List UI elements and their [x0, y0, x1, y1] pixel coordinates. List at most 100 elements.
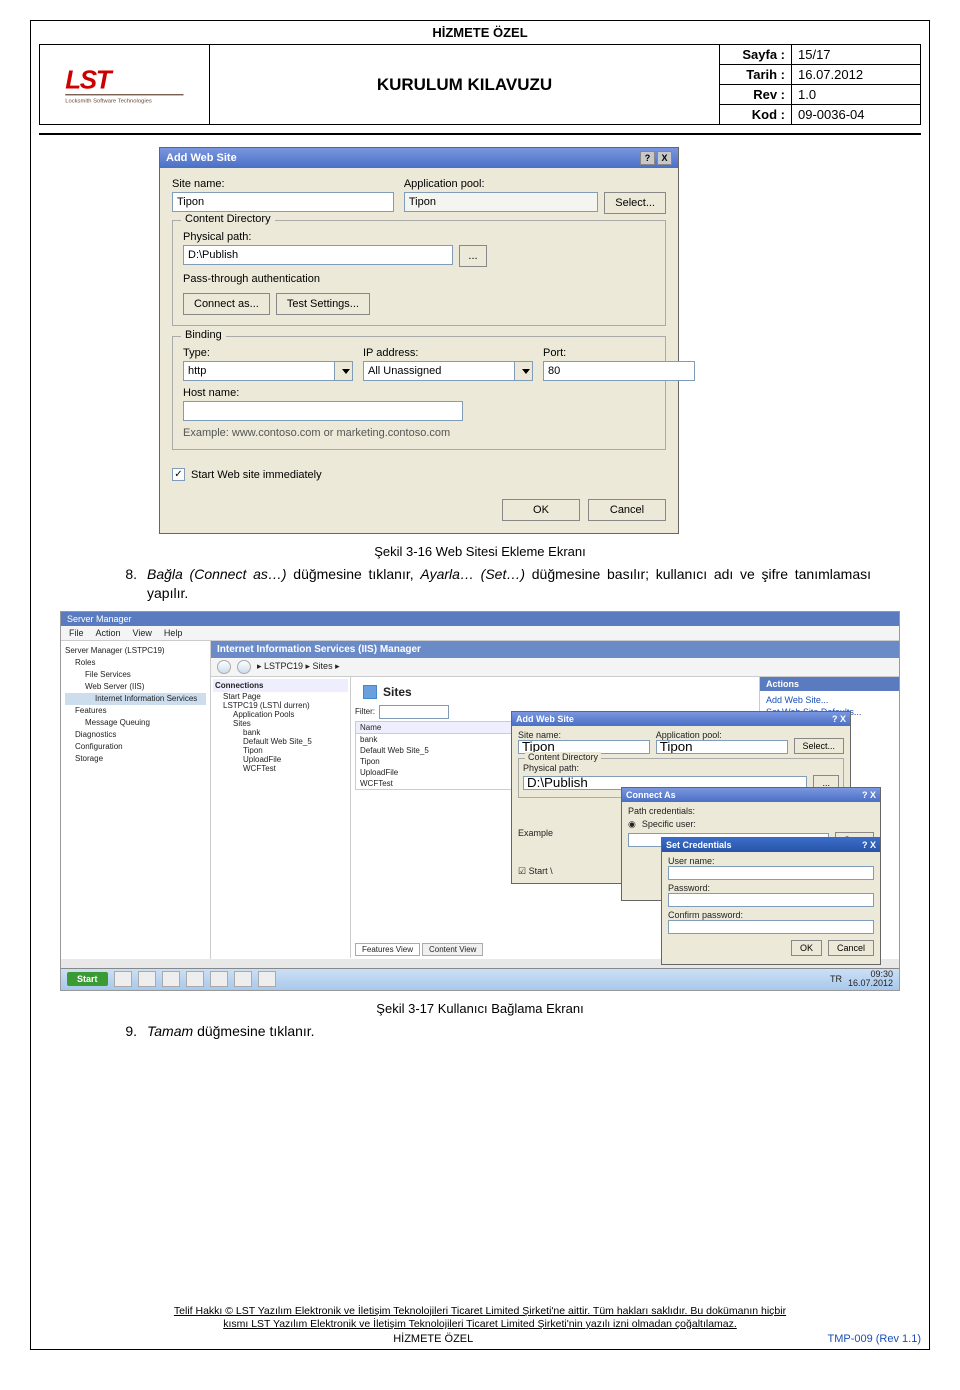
conn-sites[interactable]: Sites — [213, 719, 348, 728]
conn-site-wcf[interactable]: WCFTest — [213, 764, 348, 773]
connect-as-button[interactable]: Connect as... — [183, 293, 270, 315]
tree-features[interactable]: Features — [65, 705, 206, 717]
taskbar-date: 16.07.2012 — [848, 978, 893, 988]
port-label: Port: — [543, 347, 695, 359]
help-icon[interactable]: ? — [640, 151, 655, 165]
meta-code-label: Kod : — [720, 105, 792, 124]
tree-roles[interactable]: Roles — [65, 657, 206, 669]
close-icon[interactable]: X — [657, 151, 672, 165]
specific-user-label: Specific user: — [642, 819, 696, 829]
site-name-input[interactable] — [172, 192, 394, 212]
forward-icon[interactable] — [237, 660, 251, 674]
taskbar-app-icon[interactable] — [114, 971, 132, 987]
meta-date-label: Tarih : — [720, 65, 792, 84]
user-input[interactable] — [668, 866, 874, 880]
server-manager-screenshot: Server Manager File Action View Help Ser… — [60, 611, 900, 991]
sites-title: Sites — [355, 681, 755, 703]
conn-app-pools[interactable]: Application Pools — [213, 710, 348, 719]
conn-site-default[interactable]: Default Web Site_5 — [213, 737, 348, 746]
tree-web-server[interactable]: Web Server (IIS) — [65, 681, 206, 693]
close-icon[interactable]: ? X — [832, 714, 846, 724]
tree-diagnostics[interactable]: Diagnostics — [65, 729, 206, 741]
taskbar-app-icon[interactable] — [138, 971, 156, 987]
ok-button[interactable]: OK — [502, 499, 580, 521]
svg-text:LST: LST — [65, 64, 114, 94]
window-title: Server Manager — [61, 612, 899, 626]
inner-cd-legend: Content Directory — [525, 752, 601, 762]
physical-path-input[interactable] — [183, 245, 453, 265]
select-button[interactable]: Select... — [604, 192, 666, 214]
app-pool-label: Application pool: — [404, 178, 666, 190]
menu-file[interactable]: File — [69, 628, 84, 638]
set-credentials-dialog: Set Credentials? X User name: Password: … — [661, 837, 881, 965]
figure-caption-2: Şekil 3-17 Kullanıcı Bağlama Ekranı — [39, 1001, 921, 1016]
tree-configuration[interactable]: Configuration — [65, 741, 206, 753]
inner-select-button[interactable]: Select... — [794, 738, 845, 754]
taskbar-app-icon[interactable] — [210, 971, 228, 987]
close-icon[interactable]: ? X — [862, 840, 876, 850]
test-settings-button[interactable]: Test Settings... — [276, 293, 370, 315]
browse-button[interactable]: ... — [459, 245, 487, 267]
connect-as-title: Connect As — [626, 790, 676, 800]
ip-select[interactable] — [363, 361, 533, 381]
taskbar-app-icon[interactable] — [234, 971, 252, 987]
page-footer: Telif Hakkı © LST Yazılım Elektronik ve … — [39, 1305, 921, 1345]
host-input[interactable] — [183, 401, 463, 421]
pass-input[interactable] — [668, 893, 874, 907]
start-immediately-checkbox[interactable]: ✓ Start Web site immediately — [172, 468, 666, 481]
inner-pp-label: Physical path: — [523, 763, 839, 773]
footer-classification: HİZMETE ÖZEL — [39, 1333, 827, 1345]
figure-caption-1: Şekil 3-16 Web Sitesi Ekleme Ekranı — [39, 544, 921, 559]
tab-features-view[interactable]: Features View — [355, 943, 420, 956]
step-9-italic: Tamam — [147, 1023, 197, 1039]
port-input[interactable] — [543, 361, 695, 381]
taskbar-app-icon[interactable] — [258, 971, 276, 987]
conn-site-upload[interactable]: UploadFile — [213, 755, 348, 764]
svg-text:Locksmith Software Technologie: Locksmith Software Technologies — [65, 98, 152, 104]
inner-dlg-title: Add Web Site — [516, 714, 574, 724]
dialog-titlebar: Add Web Site ? X — [160, 148, 678, 168]
menu-action[interactable]: Action — [96, 628, 121, 638]
taskbar-app-icon[interactable] — [162, 971, 180, 987]
set-cred-ok[interactable]: OK — [791, 940, 822, 956]
menu-view[interactable]: View — [133, 628, 152, 638]
step-8: 8. Bağla (Connect as…) düğmesine tıklanı… — [109, 565, 871, 603]
set-cred-cancel[interactable]: Cancel — [828, 940, 874, 956]
menu-help[interactable]: Help — [164, 628, 183, 638]
conn-root[interactable]: LSTPC19 (LST\İ durren) — [213, 701, 348, 710]
cancel-button[interactable]: Cancel — [588, 499, 666, 521]
back-icon[interactable] — [217, 660, 231, 674]
tree-mq[interactable]: Message Queuing — [65, 717, 206, 729]
tree-iis[interactable]: Internet Information Services — [65, 693, 206, 705]
content-directory-legend: Content Directory — [181, 213, 275, 225]
doc-title: KURULUM KILAVUZU — [210, 45, 720, 124]
chevron-down-icon[interactable] — [335, 361, 353, 381]
inner-app-pool-input — [656, 740, 788, 754]
step-9: 9. Tamam düğmesine tıklanır. — [109, 1022, 871, 1041]
set-cred-title: Set Credentials — [666, 840, 732, 850]
action-add-web-site[interactable]: Add Web Site... — [766, 695, 893, 705]
type-select[interactable] — [183, 361, 353, 381]
breadcrumb-text: ▸ LSTPC19 ▸ Sites ▸ — [257, 661, 340, 672]
conn-start-page[interactable]: Start Page — [213, 692, 348, 701]
confirm-input[interactable] — [668, 920, 874, 934]
tree-storage[interactable]: Storage — [65, 753, 206, 765]
filter-input[interactable] — [379, 705, 449, 719]
taskbar-lang[interactable]: TR — [830, 974, 842, 984]
dialog-title: Add Web Site — [166, 152, 237, 164]
connections-title: Connections — [213, 679, 348, 692]
taskbar-app-icon[interactable] — [186, 971, 204, 987]
chevron-down-icon[interactable] — [515, 361, 533, 381]
conn-site-tipon[interactable]: Tipon — [213, 746, 348, 755]
conn-site-bank[interactable]: bank — [213, 728, 348, 737]
ip-label: IP address: — [363, 347, 533, 359]
classification-header: HİZMETE ÖZEL — [39, 25, 921, 40]
start-button[interactable]: Start — [67, 972, 108, 986]
tree-file-services[interactable]: File Services — [65, 669, 206, 681]
tab-content-view[interactable]: Content View — [422, 943, 483, 956]
checkbox-icon[interactable]: ✓ — [172, 468, 185, 481]
tree-root[interactable]: Server Manager (LSTPC19) — [65, 645, 206, 657]
close-icon[interactable]: ? X — [862, 790, 876, 800]
pass-label: Password: — [668, 883, 874, 893]
breadcrumb[interactable]: ▸ LSTPC19 ▸ Sites ▸ — [211, 658, 899, 677]
